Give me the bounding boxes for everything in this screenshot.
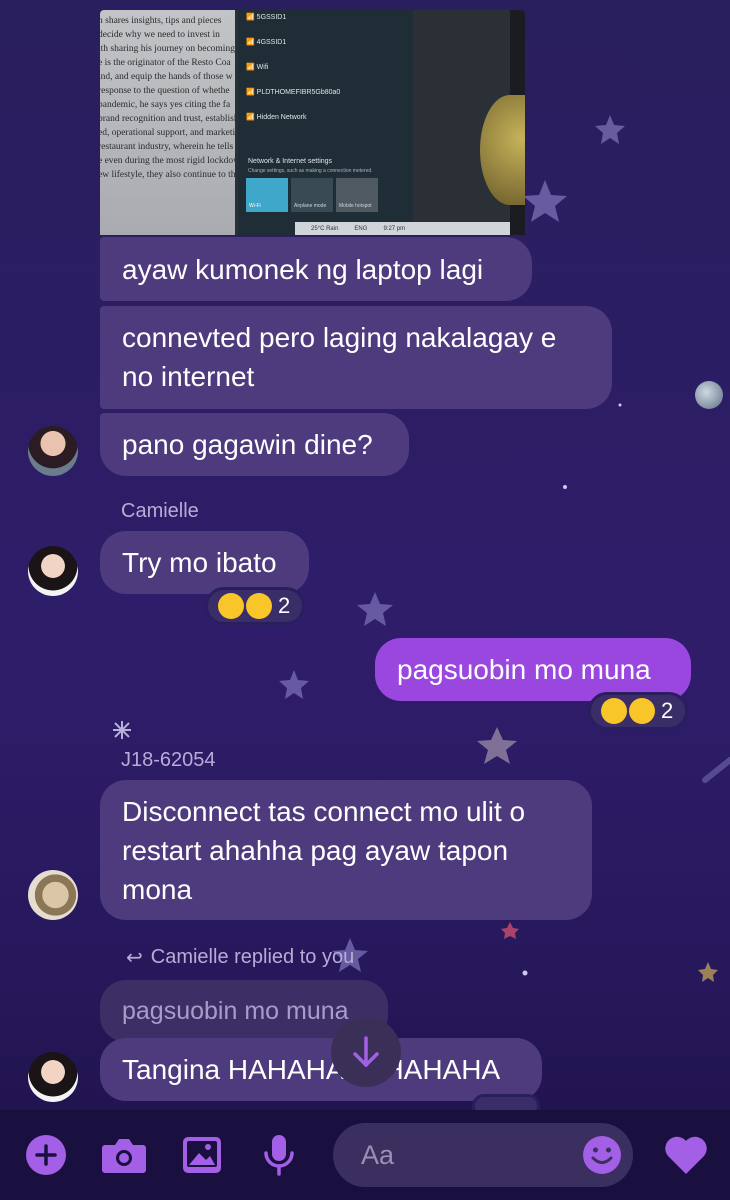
- heart-icon: [665, 1136, 707, 1174]
- grinning-squint-emoji: [218, 593, 244, 619]
- arrow-down-icon: [353, 1036, 379, 1067]
- like-heart-button[interactable]: [663, 1132, 709, 1181]
- wifi-network-name: 4GSSID1: [256, 39, 287, 46]
- hotspot-tile: Mobile hotspot: [336, 178, 378, 212]
- reply-arrow-icon: ↩: [126, 947, 143, 969]
- camera-button[interactable]: [101, 1135, 147, 1180]
- network-settings-title: Network & Internet settings: [248, 158, 333, 165]
- message-bubble[interactable]: Disconnect tas connect mo ulit o restart…: [100, 780, 592, 920]
- document-line: brand recognition and trust, establish: [100, 114, 235, 124]
- message-bubble[interactable]: Try mo ibato: [100, 531, 309, 594]
- message-text: Disconnect tas connect mo ulit o restart…: [122, 796, 526, 905]
- document-line: ed, operational support, and marketi: [100, 128, 235, 138]
- gallery-button[interactable]: [181, 1135, 223, 1180]
- microphone-icon: [264, 1135, 294, 1176]
- photo-attachment[interactable]: h shares insights, tips and pieces decid…: [100, 10, 525, 235]
- document-line: e even during the most rigid lockdow: [100, 156, 235, 166]
- wifi-network-name: PLDTHOMEFIBR5Gb80a0: [256, 89, 341, 96]
- wifi-network-name: Hidden Network: [256, 114, 307, 121]
- document-line: restaurant industry, wherein he tells t: [100, 142, 235, 152]
- message-input-placeholder: Aa: [361, 1139, 395, 1170]
- image-icon: [183, 1137, 221, 1173]
- message-text: Try mo ibato: [122, 547, 277, 578]
- document-line: ew lifestyle, they also continue to thri: [100, 170, 235, 180]
- reaction-badge[interactable]: 2: [205, 587, 305, 625]
- grinning-squint-emoji: [629, 698, 655, 724]
- laptop-screen-region: 📶 5GSSID1 📶 4GSSID1 📶 Wifi 📶 PLDTHOMEFIB…: [235, 10, 510, 235]
- add-button[interactable]: [26, 1135, 66, 1175]
- message-text: connevted pero laging nakalagay e no int…: [122, 322, 557, 392]
- quoted-text: pagsuobin mo muna: [122, 997, 349, 1025]
- document-line: decide why we need to invest in: [100, 30, 220, 40]
- document-line: e is the originator of the Resto Coa: [100, 58, 231, 68]
- message-text: pagsuobin mo muna: [397, 654, 651, 685]
- sender-name: Camielle: [121, 500, 199, 522]
- message-text: pano gagawin dine?: [122, 429, 373, 460]
- avatar[interactable]: [28, 426, 78, 476]
- message-text: Tangina HAHAHAHAHAHAHA: [122, 1054, 501, 1085]
- document-line: ith sharing his journey on becoming: [100, 44, 235, 54]
- avatar[interactable]: [28, 546, 78, 596]
- document-line: pandemic, he says yes citing the fa: [100, 100, 231, 110]
- message-text: ayaw kumonek ng laptop lagi: [122, 253, 484, 285]
- reaction-badge[interactable]: 2: [588, 692, 688, 730]
- reaction-count: 2: [661, 698, 674, 723]
- tears-of-joy-emoji: [601, 698, 627, 724]
- scroll-to-bottom-button[interactable]: [331, 1017, 401, 1087]
- airplane-tile: Airplane mode: [291, 178, 333, 212]
- voice-button[interactable]: [262, 1133, 296, 1182]
- camera-icon: [102, 1139, 146, 1173]
- taskbar: 25°C Rain ENG 9:27 pm: [295, 222, 510, 235]
- wifi-network-name: Wifi: [256, 64, 269, 71]
- document-line: ind, and equip the hands of those w: [100, 72, 233, 82]
- wifi-tile: Wi-Fi: [246, 178, 288, 212]
- reply-header: ↩ Camielle replied to you: [126, 945, 354, 970]
- pleading-face-emoji: [246, 593, 272, 619]
- wifi-network-name: 5GSSID1: [256, 14, 287, 21]
- message-bubble[interactable]: connevted pero laging nakalagay e no int…: [100, 306, 612, 409]
- message-bubble[interactable]: ayaw kumonek ng laptop lagi: [100, 237, 532, 301]
- smiley-icon: [583, 1136, 621, 1174]
- reply-header-text: Camielle replied to you: [150, 946, 355, 968]
- plus-icon: [35, 1144, 57, 1166]
- document-line: h shares insights, tips and pieces: [100, 16, 222, 26]
- emoji-button[interactable]: [582, 1135, 622, 1180]
- message-bubble[interactable]: pano gagawin dine?: [100, 413, 409, 476]
- message-bubble[interactable]: Tangina HAHAHAHAHAHAHA: [100, 1038, 542, 1101]
- avatar[interactable]: [28, 1052, 78, 1102]
- reaction-count: 2: [278, 593, 291, 618]
- network-settings-subtitle: Change settings, such as making a connec…: [248, 168, 373, 174]
- avatar[interactable]: [28, 870, 78, 920]
- sender-name: J18-62054: [121, 749, 216, 771]
- document-photo-region: h shares insights, tips and pieces decid…: [100, 10, 235, 235]
- seen-avatar: [695, 381, 723, 409]
- document-line: response to the question of whethe: [100, 86, 230, 96]
